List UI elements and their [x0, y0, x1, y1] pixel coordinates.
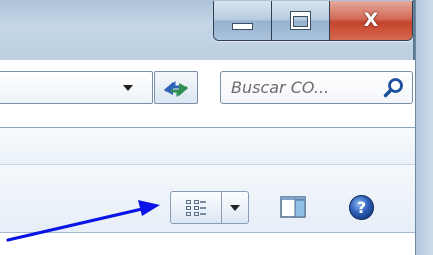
search-input[interactable]: Buscar CO... [220, 71, 413, 104]
svg-text:?: ? [357, 198, 366, 217]
change-view-button[interactable] [171, 192, 222, 223]
window-frame-right [415, 0, 433, 255]
details-view-icon [186, 199, 206, 216]
maximize-button[interactable] [272, 1, 330, 40]
refresh-icon [164, 80, 188, 97]
refresh-button[interactable] [154, 71, 198, 104]
explorer-window: X Buscar CO... ? [0, 0, 433, 255]
views-button[interactable] [170, 191, 249, 224]
close-icon: X [363, 9, 379, 31]
minimize-button[interactable] [214, 1, 272, 40]
close-button[interactable]: X [330, 1, 412, 40]
views-dropdown-button[interactable] [222, 192, 248, 223]
menu-bar [0, 128, 415, 165]
caption-buttons: X [213, 1, 413, 41]
minimize-icon [232, 23, 253, 30]
preview-pane-icon[interactable] [280, 196, 306, 218]
search-icon[interactable] [382, 76, 406, 100]
maximize-icon [291, 12, 310, 29]
search-placeholder: Buscar CO... [231, 78, 330, 97]
content-area [0, 233, 415, 255]
chevron-down-icon [230, 204, 240, 211]
help-icon[interactable]: ? [348, 194, 375, 221]
address-dropdown-chevron-down-icon[interactable] [123, 85, 133, 91]
